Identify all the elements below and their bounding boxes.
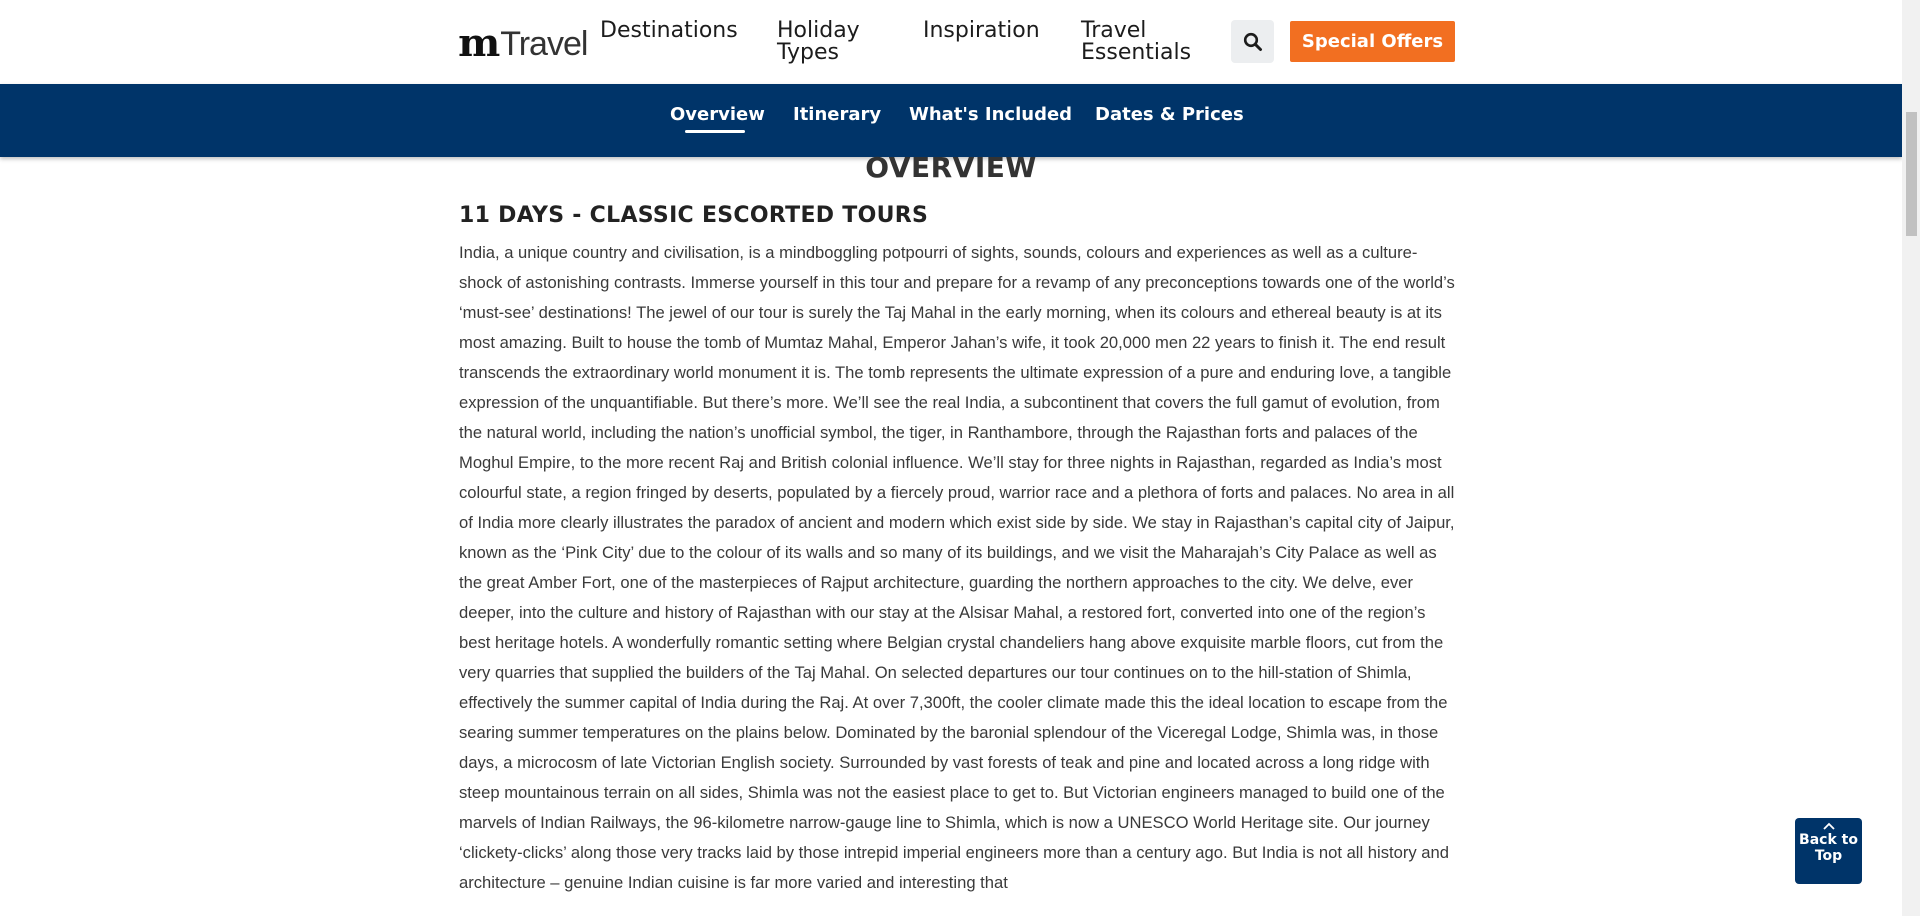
nav-label: Inspiration	[923, 18, 1040, 43]
search-icon	[1243, 32, 1262, 51]
active-tab-indicator	[685, 130, 745, 133]
logo-text: Travel	[500, 25, 588, 63]
section-title: OVERVIEW	[865, 151, 1037, 184]
special-offers-button[interactable]: Special Offers	[1290, 21, 1455, 62]
tour-description: India, a unique country and civilisation…	[459, 243, 1455, 892]
back-to-top-label: Top	[1814, 848, 1843, 864]
nav-inspiration[interactable]: Inspiration	[923, 20, 1040, 42]
nav-label: Destinations	[600, 18, 738, 43]
logo[interactable]: m Travel	[458, 20, 588, 65]
tab-dates-prices[interactable]: Dates & Prices	[1095, 104, 1244, 125]
back-to-top-button[interactable]: Back to Top	[1795, 818, 1862, 884]
nav-travel-essentials[interactable]: Travel Essentials	[1081, 20, 1191, 64]
search-button[interactable]	[1231, 20, 1274, 63]
tour-title: 11 DAYS - CLASSIC ESCORTED TOURS	[459, 203, 929, 228]
tab-itinerary[interactable]: Itinerary	[793, 104, 881, 125]
sub-nav: Overview Itinerary What's Included Dates…	[0, 84, 1902, 157]
tab-overview[interactable]: Overview	[670, 104, 765, 125]
scrollbar-thumb[interactable]	[1906, 112, 1917, 236]
logo-mark: m	[458, 20, 500, 65]
nav-label: Holiday	[777, 18, 860, 43]
nav-destinations[interactable]: Destinations	[600, 20, 738, 42]
nav-label: Essentials	[1081, 40, 1192, 65]
chevron-up-icon	[1822, 822, 1835, 830]
tab-whats-included[interactable]: What's Included	[909, 104, 1072, 125]
nav-holiday-types[interactable]: Holiday Types	[777, 20, 860, 64]
nav-label: Travel	[1081, 18, 1147, 43]
back-to-top-label: Back to	[1799, 832, 1858, 848]
page: m Travel Destinations Holiday Types Insp…	[0, 0, 1920, 916]
nav-label: Types	[777, 40, 839, 65]
top-header: m Travel Destinations Holiday Types Insp…	[0, 0, 1902, 84]
